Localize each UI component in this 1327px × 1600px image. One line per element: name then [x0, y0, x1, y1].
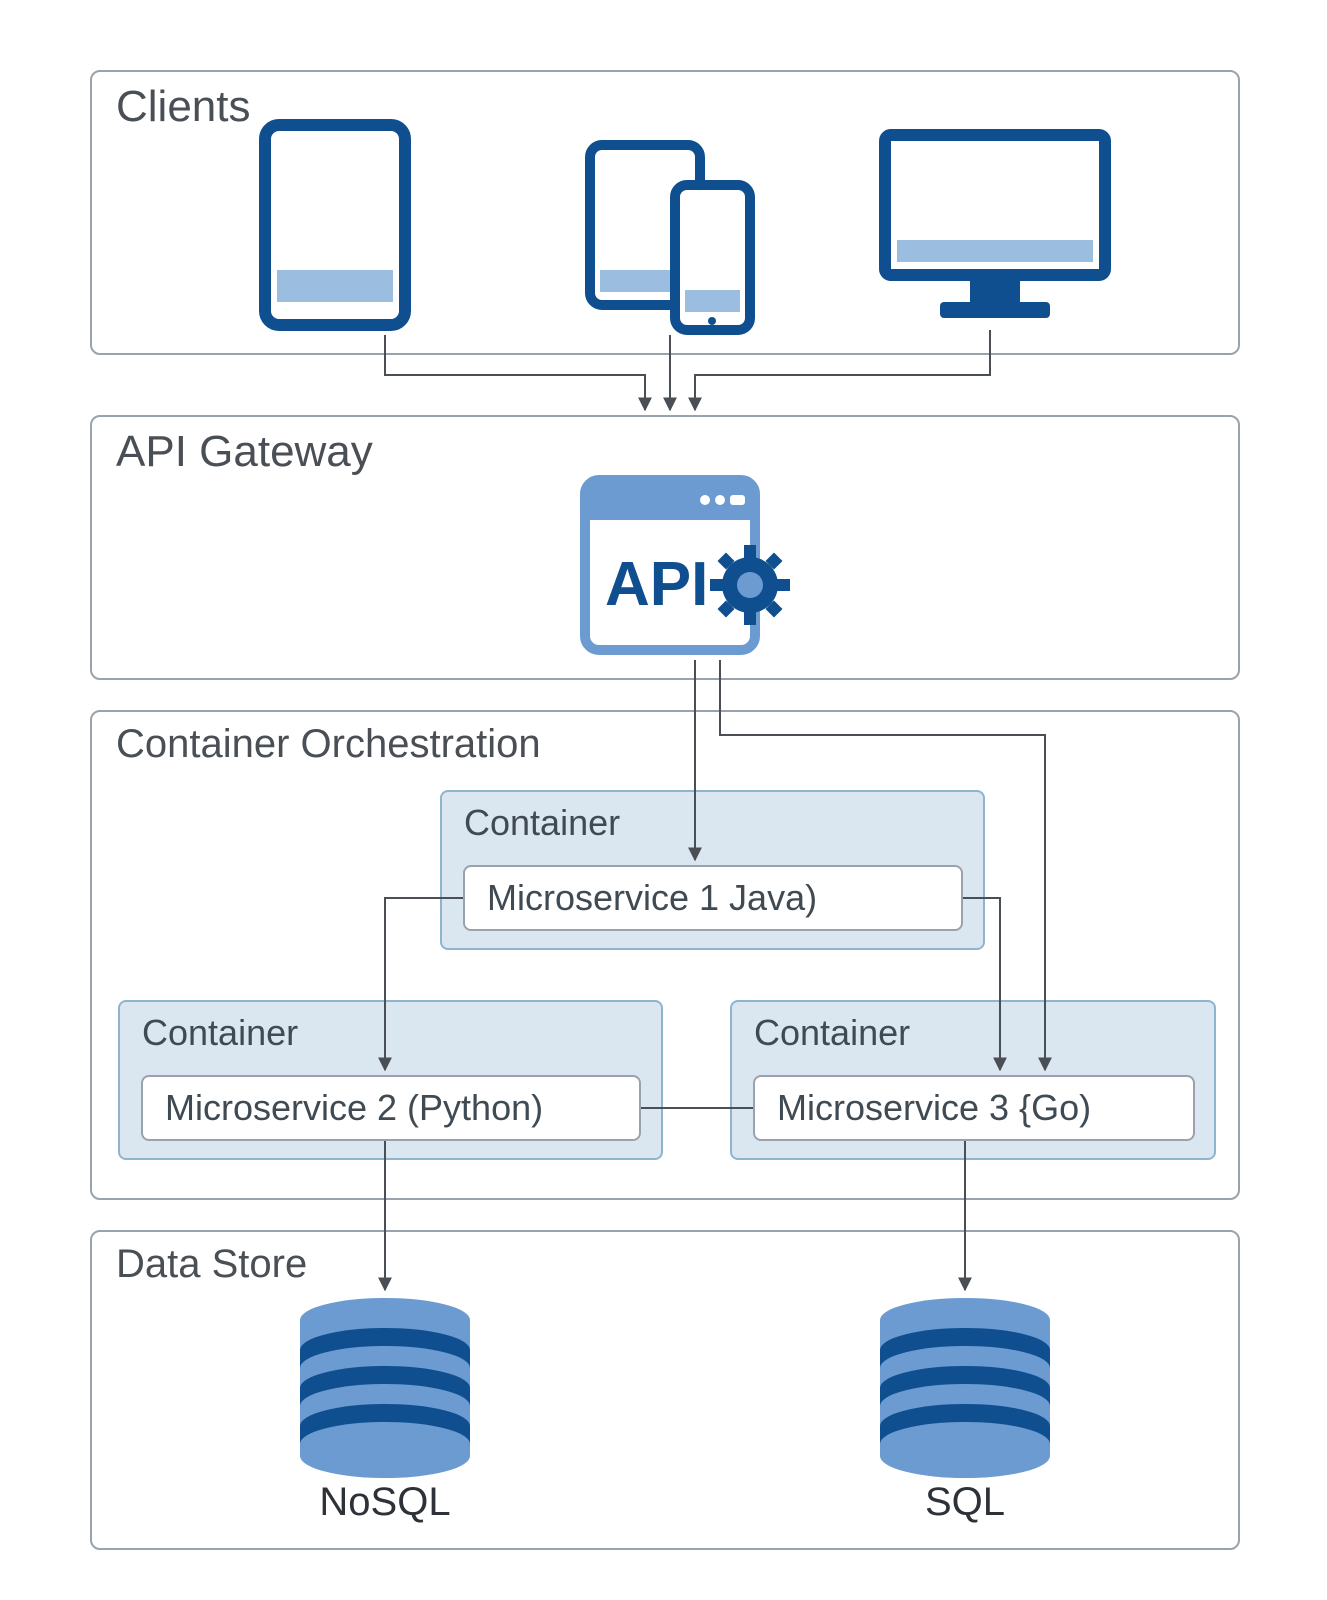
tablet-icon	[255, 115, 415, 335]
microservice-3: Microservice 3 {Go)	[753, 1075, 1195, 1141]
microservice-2: Microservice 2 (Python)	[141, 1075, 641, 1141]
container-3-title: Container	[754, 1012, 910, 1054]
container-2-title: Container	[142, 1012, 298, 1054]
orchestration-title: Container Orchestration	[116, 722, 541, 767]
api-gateway-title: API Gateway	[116, 427, 373, 477]
sql-label: SQL	[900, 1480, 1030, 1525]
nosql-db-icon	[290, 1290, 480, 1480]
monitor-icon	[870, 120, 1120, 330]
nosql-label: NoSQL	[300, 1480, 470, 1525]
microservice-1: Microservice 1 Java)	[463, 865, 963, 931]
svg-text:API: API	[605, 550, 708, 619]
sql-db-icon	[870, 1290, 1060, 1480]
container-1-title: Container	[464, 802, 620, 844]
mobile-devices-icon	[580, 135, 760, 335]
api-icon: API	[575, 470, 795, 660]
clients-title: Clients	[116, 82, 251, 132]
section-data-store: Data Store	[90, 1230, 1240, 1550]
data-store-title: Data Store	[116, 1242, 307, 1287]
